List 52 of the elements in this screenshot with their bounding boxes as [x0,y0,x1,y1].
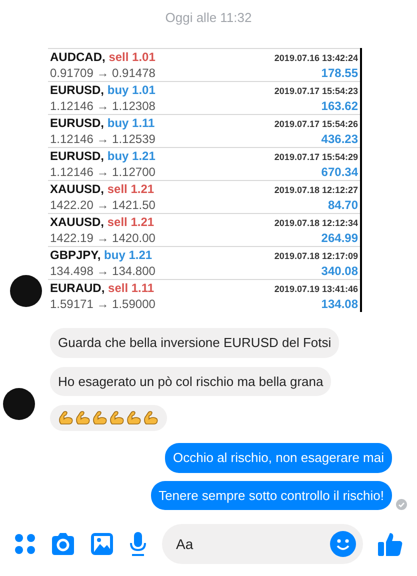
trade-time: 2019.07.17 15:54:29 [274,150,358,164]
trade-time: 2019.07.18 12:12:34 [274,216,358,230]
trade-prices: 1.12146 → 1.12539 [50,132,156,146]
flexed-biceps-icon [143,410,159,426]
microphone-icon[interactable] [128,531,148,557]
flexed-biceps-icon [109,410,125,426]
trade-title: EURUSD, buy 1.11 [50,116,155,130]
image-icon[interactable] [90,532,114,556]
trade-profit: 670.34 [321,164,358,180]
trade-time: 2019.07.17 15:54:26 [274,118,358,130]
trade-title: XAUUSD, sell 1.21 [50,214,154,230]
trade-profit: 264.99 [321,230,358,246]
trade-profit: 163.62 [321,98,358,114]
trade-profit: 178.55 [321,66,358,80]
avatar-icon [2,387,36,421]
trade-time: 2019.07.18 12:17:09 [274,250,358,262]
trade-title: AUDCAD, sell 1.01 [50,50,156,64]
avatar-icon [9,274,43,308]
trade-time: 2019.07.18 12:12:27 [274,184,358,196]
camera-icon[interactable] [50,532,76,556]
incoming-message: Guarda che bella inversione EURUSD del Fotsi [50,328,340,358]
trade-prices: 134.498 → 134.800 [50,264,156,278]
trade-prices: 1422.19 → 1420.00 [50,230,156,246]
trade-profit: 134.08 [321,296,358,312]
message-input[interactable]: Aa [162,524,363,564]
trade-time: 2019.07.17 15:54:23 [274,84,358,98]
flexed-biceps-icon [92,410,108,426]
trade-title: EURUSD, buy 1.01 [50,82,156,98]
smiley-icon[interactable] [330,531,356,557]
apps-icon[interactable] [14,533,36,555]
trade-prices: 1.12146 → 1.12700 [50,164,156,180]
incoming-message: Ho esagerato un pò col rischio ma bella grana [50,366,332,396]
trade-profit: 84.70 [328,198,358,212]
trade-title: GBPJPY, buy 1.21 [50,248,152,262]
trade-title: EURAUD, sell 1.11 [50,280,154,296]
outgoing-message: Tenere sempre sotto controllo il rischio! [150,480,392,510]
trade-profit: 340.08 [321,264,358,278]
flexed-biceps-icon [126,410,142,426]
flexed-biceps-icon [58,410,74,426]
trade-prices: 1.59171 → 1.59000 [50,296,156,312]
trade-time: 2019.07.16 13:42:24 [274,52,358,64]
flexed-biceps-icon [75,410,91,426]
thumbs-up-icon[interactable] [377,531,403,557]
trade-prices: 1.12146 → 1.12308 [50,98,156,114]
trade-title: EURUSD, buy 1.21 [50,148,156,164]
trade-time: 2019.07.19 13:41:46 [274,282,358,296]
outgoing-message: Occhio al rischio, non esagerare mai [165,443,392,472]
timestamp: Oggi alle 11:32 [164,9,253,27]
trade-prices: 0.91709 → 0.91478 [50,66,156,80]
trade-title: XAUUSD, sell 1.21 [50,182,154,196]
trade-profit: 436.23 [321,132,358,146]
trade-prices: 1422.20 → 1421.50 [50,198,156,212]
